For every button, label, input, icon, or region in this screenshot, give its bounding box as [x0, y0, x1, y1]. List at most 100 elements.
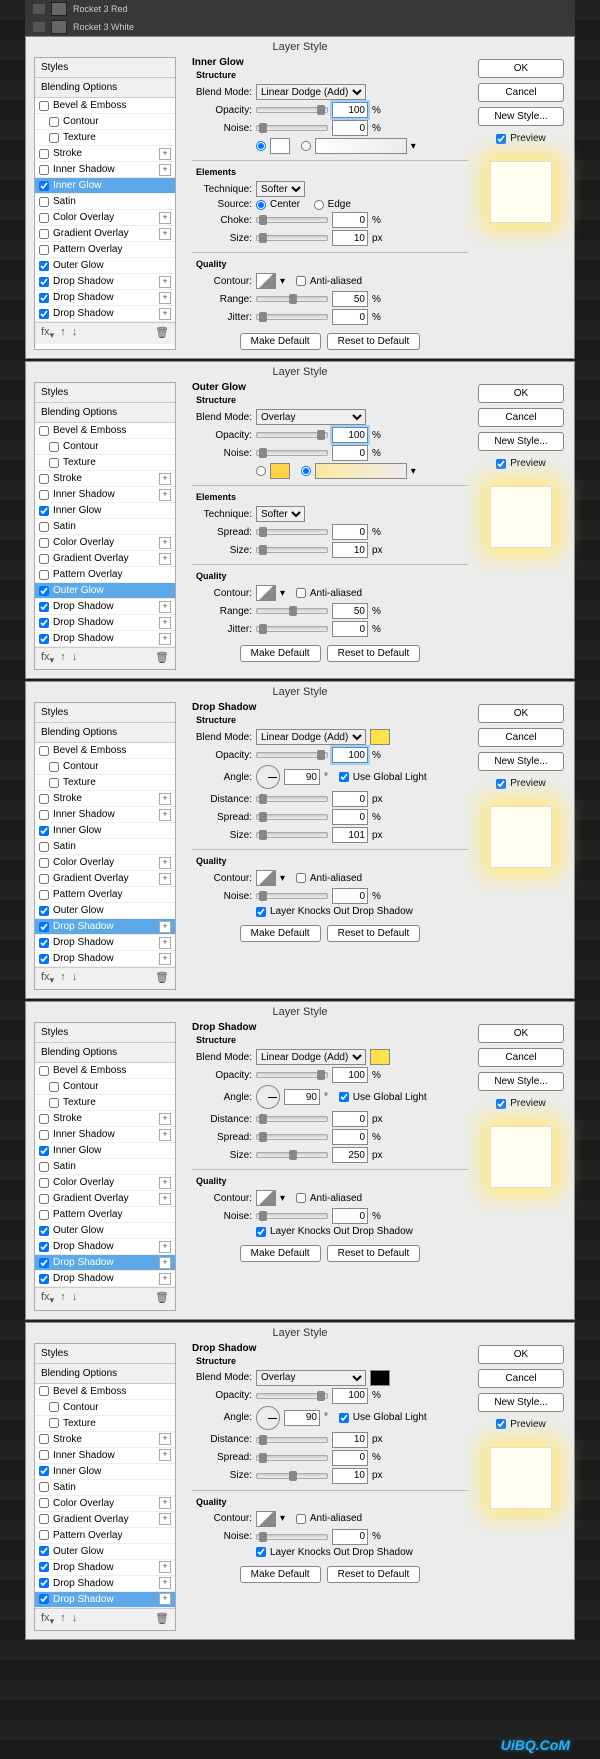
style-check-contourSub[interactable] [49, 1402, 59, 1412]
style-item-ishadow[interactable]: Inner Shadow+ [35, 807, 175, 823]
value-input[interactable] [332, 1129, 368, 1145]
knockout-check[interactable] [256, 1547, 266, 1557]
style-item-ishadow[interactable]: Inner Shadow+ [35, 1127, 175, 1143]
style-check-bevel[interactable] [39, 426, 49, 436]
value-input[interactable] [332, 291, 368, 307]
style-check-ishadow[interactable] [39, 810, 49, 820]
opacity-input[interactable] [332, 1388, 368, 1404]
add-icon[interactable]: + [159, 953, 171, 965]
add-icon[interactable]: + [159, 212, 171, 224]
value-input[interactable] [332, 309, 368, 325]
value-input[interactable] [332, 809, 368, 825]
slider[interactable] [256, 608, 328, 614]
global-light-check[interactable] [339, 1413, 349, 1423]
style-item-coverlay[interactable]: Color Overlay+ [35, 1175, 175, 1191]
new-style-button[interactable]: New Style... [478, 432, 564, 451]
contour-picker[interactable] [256, 585, 276, 601]
slider[interactable] [256, 314, 328, 320]
chevron-down-icon[interactable]: ▾ [280, 1193, 285, 1204]
style-item-goverlay[interactable]: Gradient Overlay+ [35, 871, 175, 887]
style-item-dshadow1[interactable]: Drop Shadow+ [35, 599, 175, 615]
global-light-check[interactable] [339, 772, 349, 782]
cancel-button[interactable]: Cancel [478, 408, 564, 427]
style-check-bevel[interactable] [39, 746, 49, 756]
style-item-dshadow2[interactable]: Drop Shadow+ [35, 1576, 175, 1592]
style-check-oglow[interactable] [39, 906, 49, 916]
reset-default-button[interactable]: Reset to Default [327, 1566, 421, 1583]
slider[interactable] [256, 450, 328, 456]
preview-check[interactable] [496, 1419, 506, 1429]
style-check-poverlay[interactable] [39, 1530, 49, 1540]
antialias-check[interactable] [296, 873, 306, 883]
style-item-dshadow1[interactable]: Drop Shadow+ [35, 1239, 175, 1255]
value-input[interactable] [332, 888, 368, 904]
slider[interactable] [256, 626, 328, 632]
add-icon[interactable]: + [159, 1113, 171, 1125]
style-item-bevel[interactable]: Bevel & Emboss [35, 1063, 175, 1079]
value-input[interactable] [332, 1468, 368, 1484]
style-check-poverlay[interactable] [39, 570, 49, 580]
style-check-coverlay[interactable] [39, 1178, 49, 1188]
ok-button[interactable]: OK [478, 59, 564, 78]
fx-label[interactable]: fx▾ ↑ ↓ [41, 326, 77, 341]
style-item-oglow[interactable]: Outer Glow [35, 903, 175, 919]
color-swatch[interactable] [370, 1370, 390, 1386]
style-item-satin[interactable]: Satin [35, 839, 175, 855]
chevron-down-icon[interactable]: ▾ [280, 276, 285, 287]
add-icon[interactable]: + [159, 1241, 171, 1253]
style-item-textureSub[interactable]: Texture [35, 130, 175, 146]
style-check-ishadow[interactable] [39, 1130, 49, 1140]
style-check-satin[interactable] [39, 522, 49, 532]
add-icon[interactable]: + [159, 809, 171, 821]
style-check-bevel[interactable] [39, 101, 49, 111]
styles-header[interactable]: Styles [35, 383, 175, 403]
add-icon[interactable]: + [159, 1273, 171, 1285]
glow-color[interactable] [270, 138, 290, 154]
blendmode-select[interactable]: Overlay [256, 409, 366, 425]
style-item-stroke[interactable]: Stroke+ [35, 1111, 175, 1127]
grad-radio[interactable] [301, 141, 311, 151]
style-item-goverlay[interactable]: Gradient Overlay+ [35, 226, 175, 242]
preview-check[interactable] [496, 779, 506, 789]
style-item-goverlay[interactable]: Gradient Overlay+ [35, 1512, 175, 1528]
slider[interactable] [256, 529, 328, 535]
trash-icon[interactable]: 🗑 [155, 1291, 169, 1306]
style-item-ishadow[interactable]: Inner Shadow+ [35, 487, 175, 503]
chevron-down-icon[interactable]: ▾ [280, 588, 285, 599]
blendmode-select[interactable]: Linear Dodge (Add) [256, 729, 366, 745]
blending-header[interactable]: Blending Options [35, 403, 175, 423]
blending-header[interactable]: Blending Options [35, 723, 175, 743]
grad-radio[interactable] [301, 466, 311, 476]
add-icon[interactable]: + [159, 537, 171, 549]
chevron-down-icon[interactable]: ▾ [411, 466, 416, 477]
knockout-check[interactable] [256, 1227, 266, 1237]
slider[interactable] [256, 235, 328, 241]
style-item-textureSub[interactable]: Texture [35, 1095, 175, 1111]
style-check-poverlay[interactable] [39, 245, 49, 255]
contour-picker[interactable] [256, 870, 276, 886]
style-check-dshadow2[interactable] [39, 293, 49, 303]
style-check-satin[interactable] [39, 197, 49, 207]
style-check-oglow[interactable] [39, 1226, 49, 1236]
style-check-stroke[interactable] [39, 1114, 49, 1124]
cancel-button[interactable]: Cancel [478, 728, 564, 747]
ok-button[interactable]: OK [478, 1024, 564, 1043]
antialias-check[interactable] [296, 1514, 306, 1524]
style-check-oglow[interactable] [39, 586, 49, 596]
slider[interactable] [256, 1473, 328, 1479]
styles-header[interactable]: Styles [35, 1023, 175, 1043]
slider[interactable] [256, 125, 328, 131]
style-check-stroke[interactable] [39, 794, 49, 804]
style-check-satin[interactable] [39, 842, 49, 852]
slider[interactable] [256, 1134, 328, 1140]
style-item-coverlay[interactable]: Color Overlay+ [35, 535, 175, 551]
style-item-stroke[interactable]: Stroke+ [35, 471, 175, 487]
style-check-satin[interactable] [39, 1162, 49, 1172]
blendmode-select[interactable]: Overlay [256, 1370, 366, 1386]
add-icon[interactable]: + [159, 937, 171, 949]
opacity-input[interactable] [332, 1067, 368, 1083]
visibility-icon[interactable] [33, 4, 45, 14]
contour-picker[interactable] [256, 1511, 276, 1527]
add-icon[interactable]: + [159, 633, 171, 645]
style-check-goverlay[interactable] [39, 229, 49, 239]
